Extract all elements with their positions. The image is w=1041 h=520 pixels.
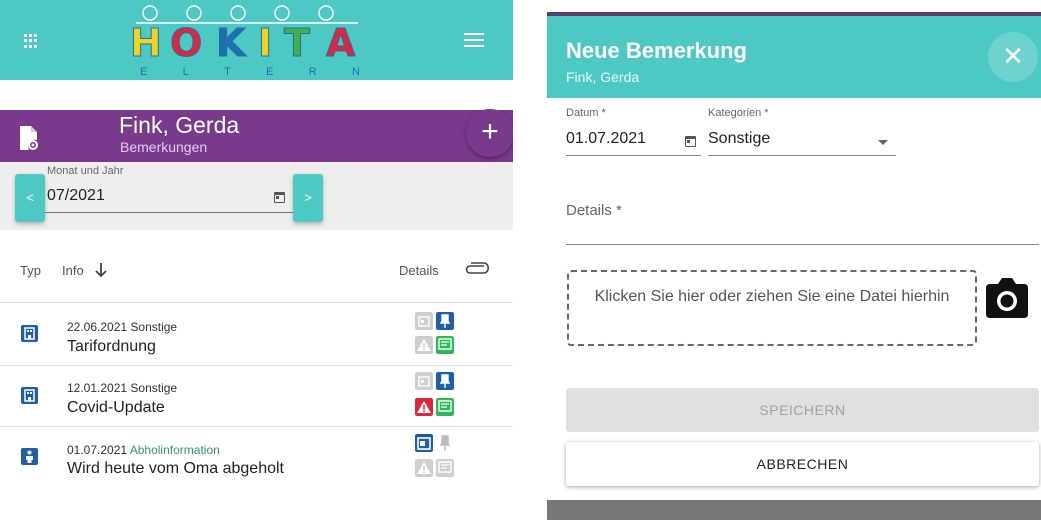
- row-meta: 12.01.2021 Sonstige: [67, 381, 177, 395]
- dialog-title: Neue Bemerkung: [566, 38, 747, 63]
- add-note-button[interactable]: +: [466, 109, 513, 157]
- building-icon: [21, 387, 38, 404]
- file-dropzone[interactable]: Klicken Sie hier oder ziehen Sie eine Da…: [567, 270, 977, 346]
- logo-letter: E: [266, 66, 274, 78]
- svg-text:O: O: [170, 21, 202, 64]
- pin-icon[interactable]: [436, 372, 454, 390]
- row-category: Sonstige: [130, 381, 178, 395]
- hokita-logo: H O K I T A E L T E R N: [128, 4, 364, 78]
- camera-icon[interactable]: [982, 274, 1032, 322]
- row-title: Wird heute vom Oma abgeholt: [67, 460, 284, 477]
- person-icon: [21, 448, 38, 465]
- chat-icon[interactable]: [436, 336, 454, 354]
- svg-text:A: A: [326, 21, 356, 64]
- row-category: Abholinformation: [129, 443, 220, 457]
- section-title: Bemerkungen: [120, 139, 208, 155]
- app-header: H O K I T A E L T E R N: [0, 0, 513, 80]
- menu-icon[interactable]: [464, 33, 484, 47]
- dialog-subtitle: Fink, Gerda: [566, 69, 640, 85]
- month-picker-input[interactable]: 07/2021: [47, 187, 105, 205]
- prev-month-button[interactable]: <: [15, 174, 45, 222]
- child-name: Fink, Gerda: [119, 112, 240, 138]
- warning-icon[interactable]: [415, 398, 433, 416]
- cancel-button[interactable]: ABBRECHEN: [566, 442, 1039, 486]
- logo-wordmark: H O K I T A: [130, 21, 357, 65]
- divider: [0, 426, 513, 427]
- month-picker-underline: [45, 212, 295, 213]
- details-field-underline: [566, 244, 1039, 245]
- paperclip-icon: [465, 262, 489, 274]
- add-icon: +: [481, 115, 499, 148]
- column-header-info[interactable]: Info: [62, 263, 84, 278]
- calendar-icon: [415, 312, 433, 330]
- row-date: 01.07.2021: [67, 443, 128, 457]
- date-field[interactable]: 01.07.2021: [566, 130, 646, 148]
- logo-subtitle: E L T E R N: [140, 66, 360, 78]
- document-view-icon[interactable]: [18, 125, 40, 151]
- row-title: Covid-Update: [67, 399, 165, 416]
- column-header-details: Details: [399, 263, 439, 278]
- chat-icon[interactable]: [436, 398, 454, 416]
- svg-text:H: H: [130, 21, 162, 64]
- calendar-icon[interactable]: [415, 434, 433, 452]
- row-title: Tarifordnung: [67, 338, 156, 355]
- save-button[interactable]: SPEICHERN: [566, 388, 1039, 432]
- calendar-icon: [415, 372, 433, 390]
- logo-letter: N: [351, 66, 360, 78]
- calendar-icon[interactable]: [685, 136, 696, 147]
- apps-grid-icon[interactable]: [24, 34, 38, 48]
- logo-letter: L: [182, 66, 189, 78]
- category-select[interactable]: Sonstige: [708, 130, 770, 148]
- close-button[interactable]: ✕: [988, 32, 1038, 82]
- logo-letter: E: [140, 66, 148, 78]
- pin-icon[interactable]: [436, 312, 454, 330]
- row-date: 12.01.2021: [67, 381, 128, 395]
- svg-text:T: T: [284, 21, 310, 64]
- category-field-label: Kategorien *: [708, 107, 769, 119]
- chat-icon: [436, 459, 454, 477]
- column-header-typ[interactable]: Typ: [20, 263, 41, 278]
- row-date: 22.06.2021: [67, 320, 128, 334]
- category-select-underline: [708, 155, 896, 156]
- sort-arrow-down-icon[interactable]: [94, 262, 108, 278]
- logo-letter: T: [224, 66, 231, 78]
- row-category: Sonstige: [130, 320, 178, 334]
- calendar-icon[interactable]: [274, 192, 285, 203]
- row-meta: 01.07.2021 Abholinformation: [67, 443, 220, 457]
- svg-text:K: K: [216, 21, 247, 64]
- date-field-label: Datum *: [566, 107, 606, 119]
- svg-text:I: I: [258, 21, 272, 64]
- pin-icon: [439, 435, 451, 451]
- dialog-header: Neue Bemerkung Fink, Gerda ✕: [547, 16, 1041, 98]
- close-icon: ✕: [1002, 41, 1024, 71]
- date-field-underline: [566, 155, 701, 156]
- row-meta: 22.06.2021 Sonstige: [67, 320, 177, 334]
- notes-list-panel: H O K I T A E L T E R N Fink, Gerda Beme…: [0, 0, 513, 520]
- details-field[interactable]: Details *: [566, 202, 622, 219]
- screen: H O K I T A E L T E R N Fink, Gerda Beme…: [0, 0, 1041, 520]
- next-month-button[interactable]: >: [293, 174, 323, 222]
- month-picker-label: Monat und Jahr: [47, 165, 124, 177]
- warning-icon: [415, 336, 433, 354]
- building-icon: [21, 325, 38, 342]
- divider: [0, 365, 513, 366]
- warning-icon: [415, 459, 433, 477]
- logo-letter: R: [308, 66, 317, 78]
- child-header: [0, 110, 513, 162]
- divider: [0, 302, 513, 303]
- caret-down-icon[interactable]: [878, 140, 888, 145]
